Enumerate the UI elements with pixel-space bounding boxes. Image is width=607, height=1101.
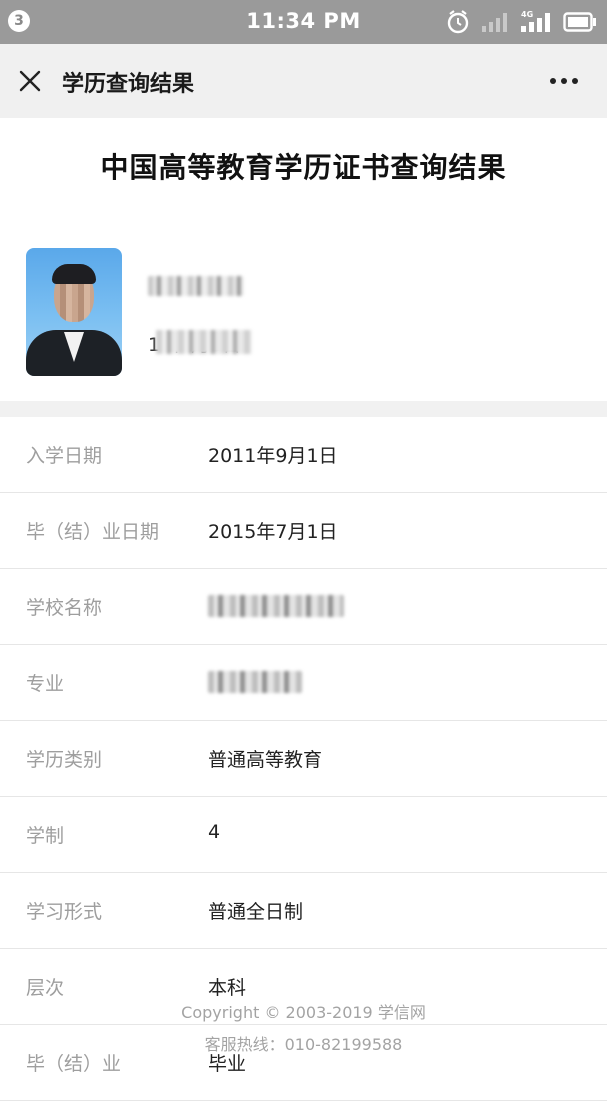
info-value: 普通全日制 xyxy=(208,901,304,923)
info-row-major: 专业 xyxy=(0,645,607,721)
signal-4g-icon: 4G xyxy=(521,10,550,32)
profile-name-redacted xyxy=(148,276,244,296)
footer-hotline[interactable]: 客服热线：010-82199588 xyxy=(0,1032,607,1058)
info-label: 学制 xyxy=(26,825,65,847)
info-table: 入学日期 2011年9月1日 毕（结）业日期 2015年7月1日 学校名称 专业… xyxy=(0,417,607,1101)
signal-icon xyxy=(482,13,507,32)
info-label: 学校名称 xyxy=(26,597,103,619)
info-value-redacted xyxy=(208,671,302,693)
alarm-icon xyxy=(447,10,469,34)
info-row-enrollment-date: 入学日期 2011年9月1日 xyxy=(0,417,607,493)
info-label: 专业 xyxy=(26,673,65,695)
info-value: 普通高等教育 xyxy=(208,749,323,771)
status-bar: 3 11:34 PM 4G xyxy=(0,0,607,44)
info-value: 2011年9月1日 xyxy=(208,445,338,467)
footer: Copyright © 2003-2019 学信网 客服热线：010-82199… xyxy=(0,1000,607,1058)
network-type-text: 4G xyxy=(521,10,533,19)
profile-card: 1 年 月6日 xyxy=(0,240,607,390)
avatar xyxy=(26,248,122,376)
battery-icon xyxy=(563,12,596,32)
info-label: 层次 xyxy=(26,977,65,999)
info-row-duration: 学制 4 xyxy=(0,797,607,873)
info-value: 2015年7月1日 xyxy=(208,521,338,543)
info-label: 学历类别 xyxy=(26,749,103,771)
nav-bar: 学历查询结果 xyxy=(0,44,607,118)
page-title: 中国高等教育学历证书查询结果 xyxy=(100,151,507,184)
more-icon[interactable] xyxy=(549,77,579,85)
close-icon[interactable] xyxy=(18,69,42,93)
footer-copyright: Copyright © 2003-2019 学信网 xyxy=(181,1003,426,1022)
info-row-study-mode: 学习形式 普通全日制 xyxy=(0,873,607,949)
info-label: 毕（结）业日期 xyxy=(26,521,160,543)
info-value: 4 xyxy=(208,821,221,843)
info-label: 入学日期 xyxy=(26,445,103,467)
info-value-redacted xyxy=(208,595,344,617)
status-time: 11:34 PM xyxy=(246,9,361,33)
info-row-graduation-date: 毕（结）业日期 2015年7月1日 xyxy=(0,493,607,569)
nav-title: 学历查询结果 xyxy=(62,72,195,97)
profile-dob-redaction xyxy=(156,330,252,354)
info-row-school-name: 学校名称 xyxy=(0,569,607,645)
info-label: 学习形式 xyxy=(26,901,103,923)
info-row-education-type: 学历类别 普通高等教育 xyxy=(0,721,607,797)
info-value: 本科 xyxy=(208,977,247,999)
section-divider xyxy=(0,401,607,417)
